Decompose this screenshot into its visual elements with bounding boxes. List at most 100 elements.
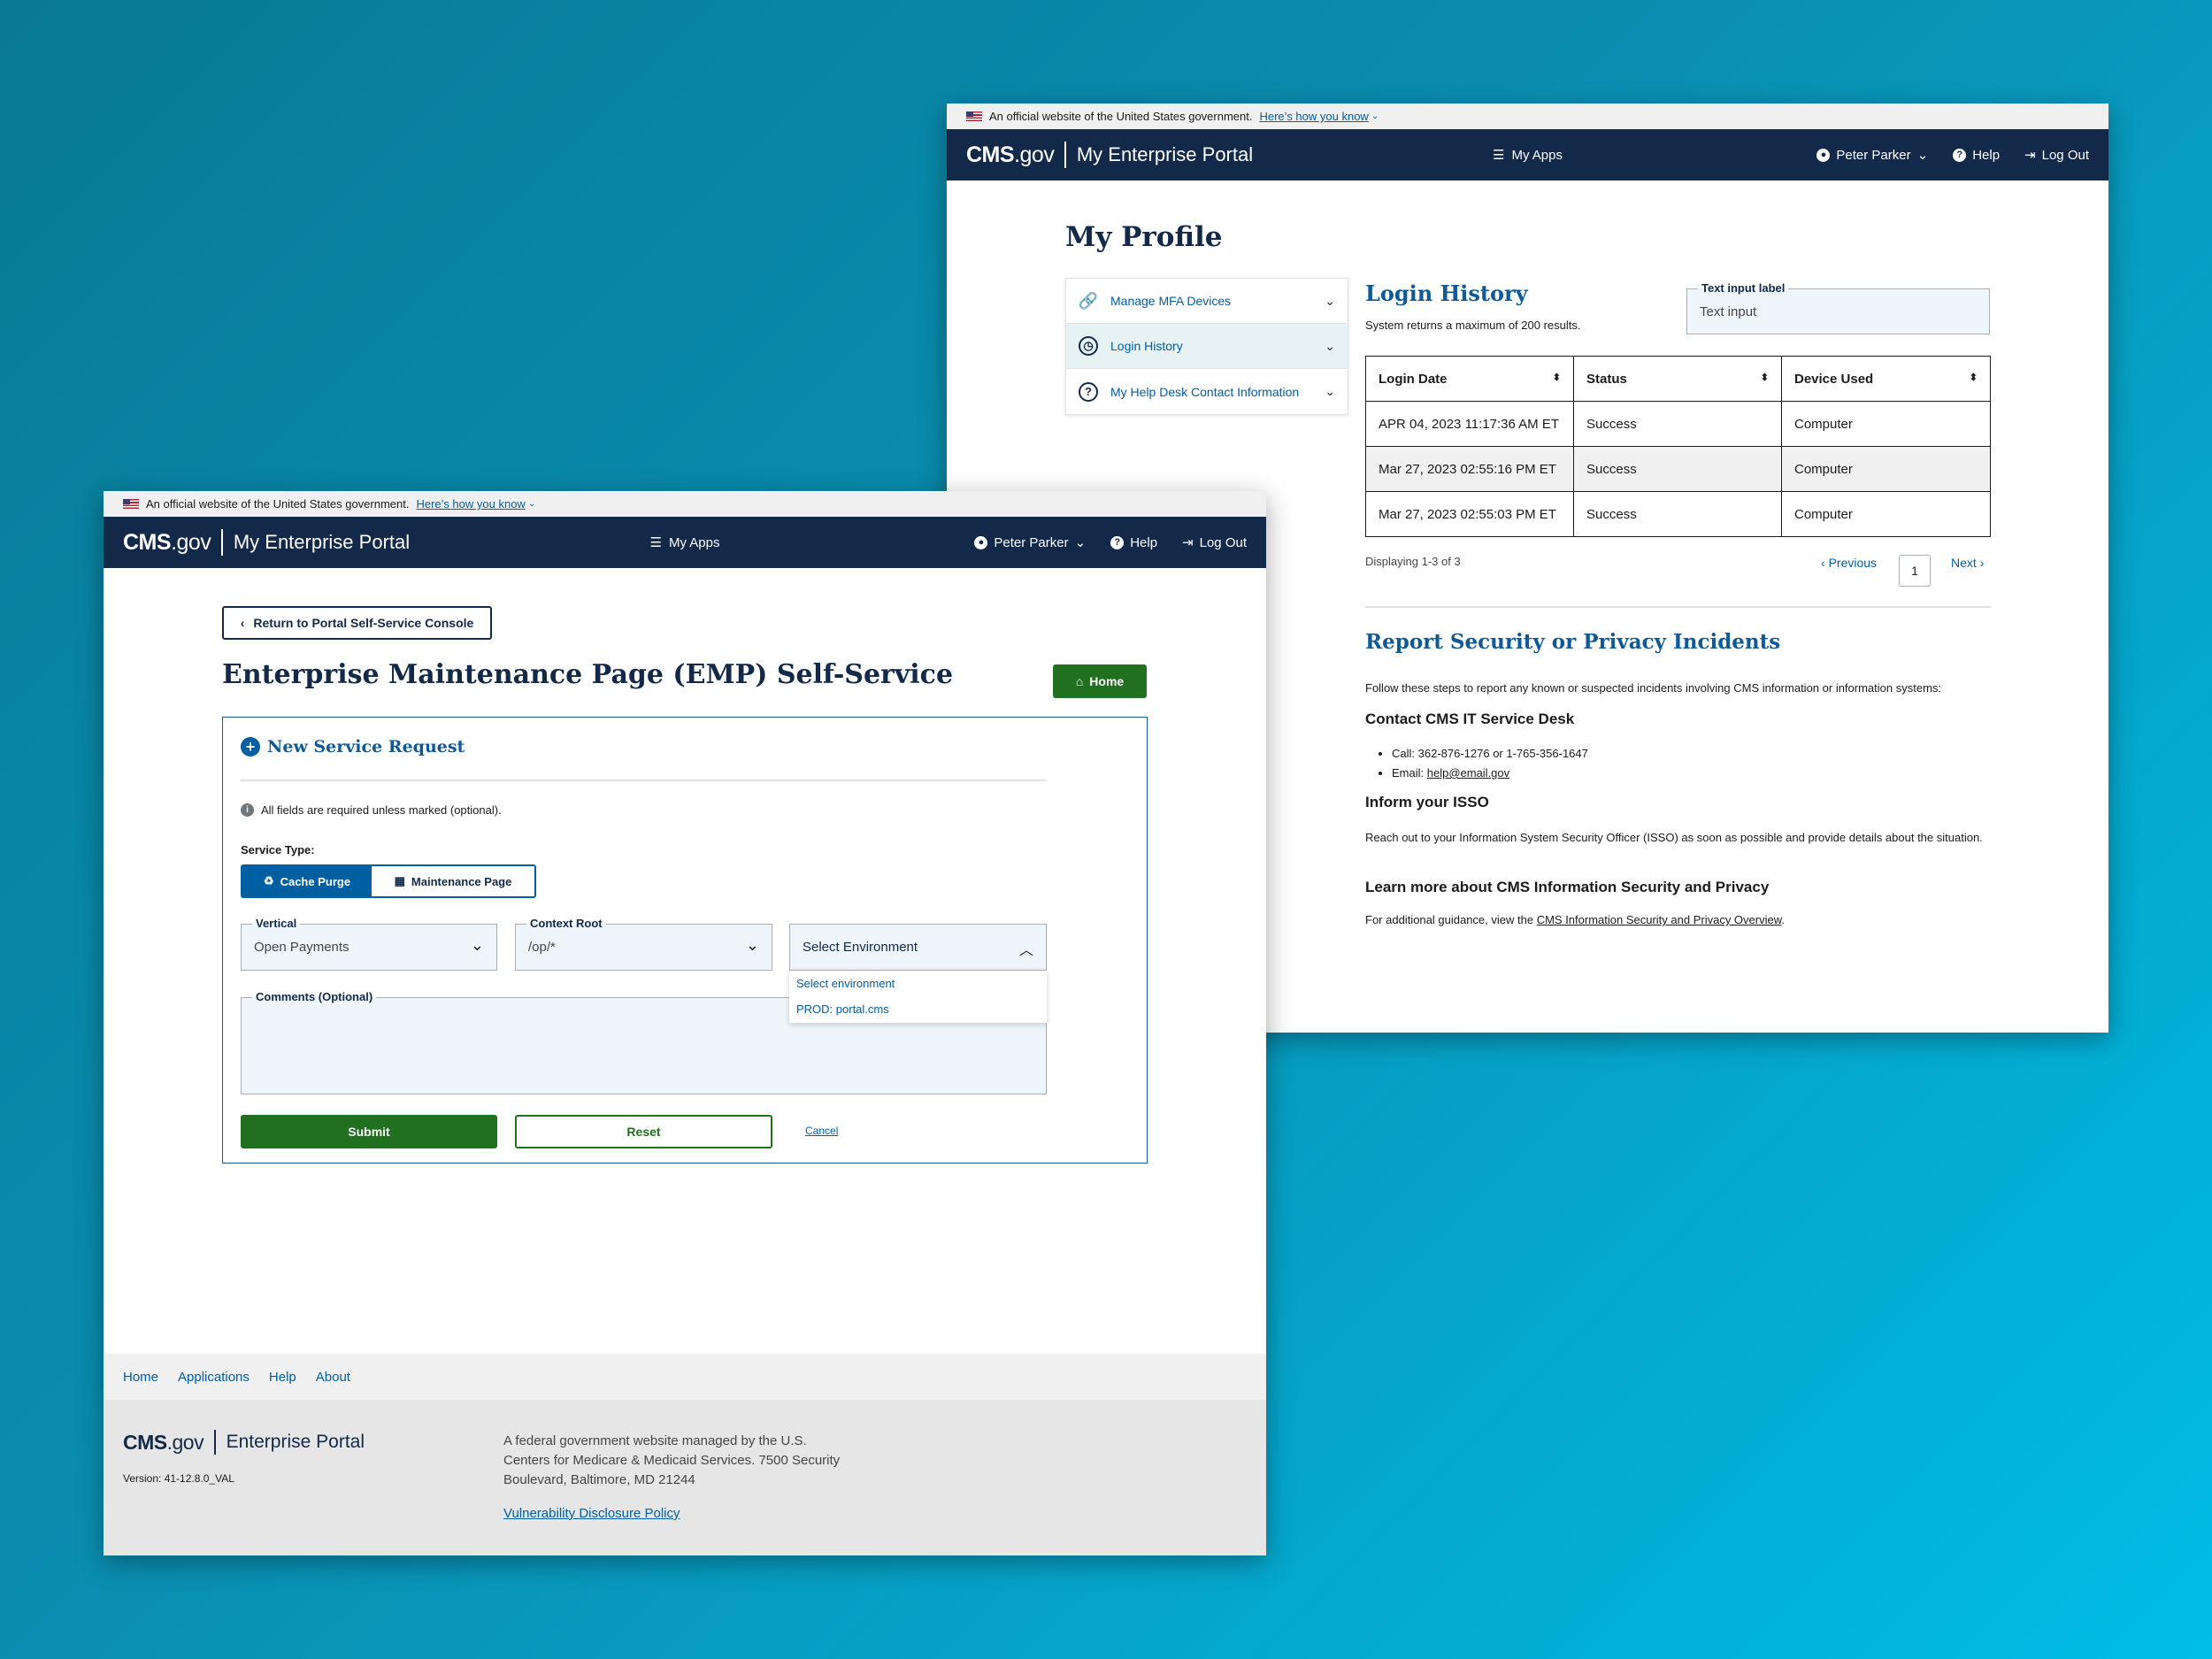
text-input-value: Text input [1700,304,1757,319]
contact-list: Call: 362-876-1276 or 1-765-356-1647 Ema… [1392,744,1588,783]
cell-date: Mar 27, 2023 02:55:03 PM ET [1365,491,1574,537]
footer-link-home[interactable]: Home [123,1370,158,1385]
footer-nav: Home Applications Help About [104,1354,1266,1400]
help-link[interactable]: ? Help [1110,535,1157,550]
gov-banner-text: An official website of the United States… [146,497,410,511]
contact-email: Email: help@email.gov [1392,764,1588,783]
report-title: Report Security or Privacy Incidents [1365,630,1781,654]
displaying-count: Displaying 1-3 of 3 [1365,555,1461,568]
cell-status: Success [1573,446,1782,492]
footer-link-help[interactable]: Help [269,1370,296,1385]
cache-purge-button[interactable]: ♻ Cache Purge [242,866,372,896]
help-icon: ? [1110,535,1125,549]
calendar-icon: ▦ [394,874,405,887]
logout-link[interactable]: ⇥ Log Out [1182,534,1247,551]
footer-address: A federal government website managed by … [503,1433,841,1487]
vertical-select[interactable]: Vertical Open Payments ⌄ [241,917,497,971]
user-menu[interactable]: ● Peter Parker ⌄ [974,534,1086,550]
maintenance-page-button[interactable]: ▦ Maintenance Page [372,866,534,896]
table-row: Mar 27, 2023 02:55:03 PM ET Success Comp… [1365,491,1991,537]
user-menu[interactable]: ● Peter Parker ⌄ [1816,147,1928,163]
cell-date: Mar 27, 2023 02:55:16 PM ET [1365,446,1574,492]
previous-link[interactable]: ‹ Previous [1821,556,1877,570]
next-link[interactable]: Next › [1951,556,1984,570]
cms-logo[interactable]: CMS.gov [123,530,211,556]
email-link[interactable]: help@email.gov [1427,766,1509,780]
plus-circle-icon: + [241,737,260,757]
security-overview-link[interactable]: CMS Information Security and Privacy Ove… [1537,913,1782,926]
my-apps-button[interactable]: ☰ My Apps [1493,147,1563,164]
vdp-link[interactable]: Vulnerability Disclosure Policy [503,1506,680,1521]
question-icon: ? [1079,381,1098,402]
logout-link[interactable]: ⇥ Log Out [2024,147,2089,164]
side-item-login-history[interactable]: ◷ Login History ⌄ [1066,324,1348,369]
environment-option[interactable]: PROD: portal.cms [789,996,1047,1022]
emp-window: An official website of the United States… [104,491,1266,1555]
footer-portal-title: Enterprise Portal [226,1432,365,1452]
service-type-toggle: ♻ Cache Purge ▦ Maintenance Page [241,864,536,898]
gov-banner: An official website of the United States… [947,104,2108,129]
side-item-label: My Help Desk Contact Information [1110,384,1300,399]
us-flag-icon [123,499,139,509]
column-device[interactable]: Device Used ⬍ [1781,356,1991,402]
cell-date: APR 04, 2023 11:17:36 AM ET [1365,401,1574,447]
environment-option[interactable]: Select environment [789,971,1047,996]
cancel-link[interactable]: Cancel [805,1125,838,1137]
return-console-button[interactable]: ‹ Return to Portal Self-Service Console [222,606,492,640]
gov-banner-link[interactable]: Here’s how you know [1259,110,1368,123]
site-header: CMS.gov My Enterprise Portal ☰ My Apps ● P… [104,517,1266,568]
learn-title: Learn more about CMS Information Securit… [1365,879,1770,895]
environment-select[interactable]: Select Environment ︿ [789,924,1047,971]
footer: CMS.gov Enterprise Portal Version: 41-12… [104,1400,1266,1555]
vertical-value: Open Payments [254,940,349,955]
form-title: New Service Request [267,737,465,757]
contact-call: Call: 362-876-1276 or 1-765-356-1647 [1392,744,1588,764]
isso-text: Reach out to your Information System Sec… [1365,831,1983,844]
side-item-help-desk[interactable]: ? My Help Desk Contact Information ⌄ [1066,369,1348,414]
chevron-down-icon: ⌄ [1371,111,1379,121]
chevron-down-icon: ⌄ [1325,384,1335,398]
cms-logo[interactable]: CMS.gov [966,142,1055,168]
page-1-button[interactable]: 1 [1899,555,1931,587]
cell-device: Computer [1781,401,1991,447]
page-title: My Profile [1065,221,1223,253]
home-button[interactable]: ⌂ Home [1053,664,1147,698]
version: Version: 41-12.8.0_VAL [123,1472,234,1485]
chevron-left-icon: ‹ [240,616,245,630]
table-row: APR 04, 2023 11:17:36 AM ET Success Comp… [1365,401,1991,447]
text-input[interactable]: Text input label Text input [1686,281,1990,334]
vertical-label: Vertical [252,917,301,930]
text-input-label: Text input label [1698,281,1789,295]
user-icon: ● [974,535,988,549]
reset-button[interactable]: Reset [515,1115,772,1148]
site-header: CMS.gov My Enterprise Portal ☰ My Apps ● P… [947,129,2108,180]
submit-button[interactable]: Submit [241,1115,497,1148]
context-root-label: Context Root [526,917,606,930]
chevron-up-icon: ︿ [1018,943,1033,958]
sort-icon: ⬍ [1969,372,1978,383]
help-link[interactable]: ? Help [1953,148,2000,163]
sort-icon: ⬍ [1552,372,1561,383]
link-icon: 🔗 [1078,291,1099,310]
contact-title: Contact CMS IT Service Desk [1365,710,1575,727]
gov-banner-link[interactable]: Here’s how you know [416,497,525,511]
environment-placeholder: Select Environment [803,940,918,955]
chevron-down-icon: ⌄ [470,936,484,954]
side-item-mfa[interactable]: 🔗 Manage MFA Devices ⌄ [1066,279,1348,324]
column-login-date[interactable]: Login Date ⬍ [1365,356,1574,402]
column-status[interactable]: Status ⬍ [1573,356,1782,402]
login-history-title: Login History [1365,280,1528,306]
my-apps-button[interactable]: ☰ My Apps [650,534,720,551]
footer-logo: CMS.gov Enterprise Portal [123,1430,365,1455]
chevron-down-icon: ⌄ [1325,338,1335,353]
footer-link-about[interactable]: About [316,1370,350,1385]
chevron-down-icon: ⌄ [527,499,536,509]
side-item-label: Login History [1110,339,1183,353]
sort-icon: ⬍ [1760,372,1769,383]
footer-link-applications[interactable]: Applications [178,1370,250,1385]
context-root-select[interactable]: Context Root /op/* ⌄ [515,917,772,971]
gov-banner-text: An official website of the United States… [989,110,1253,123]
table-header-row: Login Date ⬍ Status ⬍ Device Used ⬍ [1365,356,1991,402]
us-flag-icon [966,111,982,121]
cell-status: Success [1573,491,1782,537]
